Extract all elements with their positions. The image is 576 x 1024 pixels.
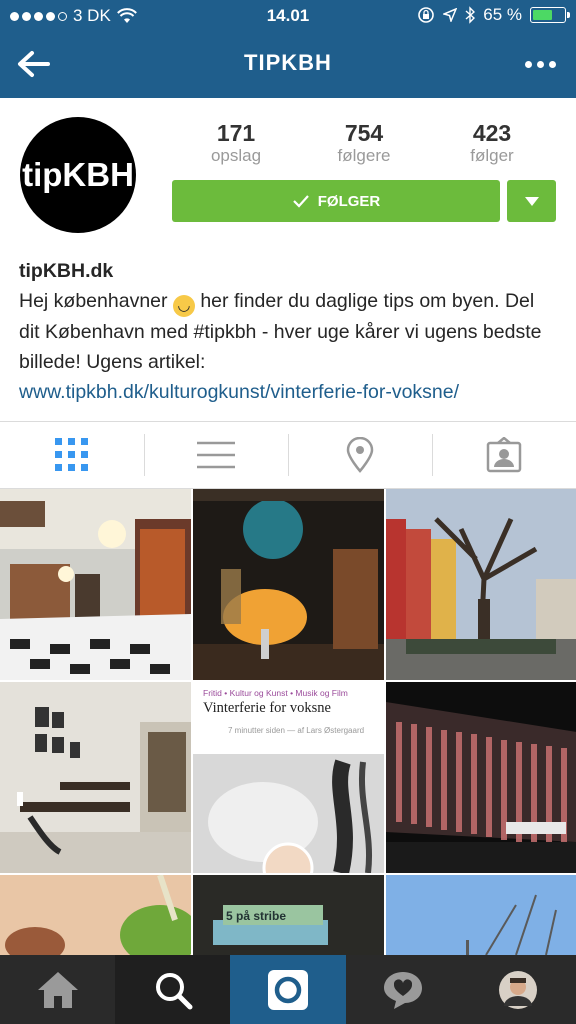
stat-value: 171: [216, 120, 256, 146]
profile-avatar[interactable]: tipKBH: [20, 117, 136, 233]
profile-avatar-icon: [499, 970, 538, 1009]
stat-followers[interactable]: 754 følgere: [309, 120, 419, 166]
location-pin-icon: [346, 437, 374, 473]
location-icon: [443, 8, 458, 22]
tab-map-view[interactable]: [288, 422, 432, 488]
more-options-button[interactable]: [518, 52, 562, 76]
stat-posts[interactable]: 171 opslag: [181, 120, 291, 166]
post-thumbnail[interactable]: 5 på stribe: [193, 875, 384, 955]
nav-activity[interactable]: [346, 955, 461, 1024]
stat-value: 754: [344, 120, 384, 146]
article-tags: Fritid • Kultur og Kunst • Musik og Film: [203, 688, 348, 698]
post-image: [0, 875, 191, 955]
post-image: [0, 489, 191, 680]
caret-down-icon: [524, 196, 539, 206]
post-thumbnail[interactable]: [0, 489, 191, 680]
post-thumbnail[interactable]: [386, 489, 576, 680]
list-icon: [197, 441, 235, 469]
post-image: [193, 489, 384, 680]
checkmark-icon: [292, 195, 309, 208]
article-title: Vinterferie for voksne: [203, 700, 331, 716]
home-icon: [37, 971, 78, 1008]
post-thumbnail[interactable]: [386, 682, 576, 873]
post-grid: Fritid • Kultur og Kunst • Musik og Film…: [0, 489, 576, 955]
tab-tagged-view[interactable]: [432, 422, 576, 488]
bottom-navigation: [0, 955, 576, 1024]
suggestions-dropdown-button[interactable]: [507, 180, 556, 222]
smiley-emoji: 😊◡: [172, 295, 195, 317]
tab-list-view[interactable]: [144, 422, 288, 488]
stat-value: 423: [472, 120, 512, 146]
stat-following[interactable]: 423 følger: [437, 120, 547, 166]
bluetooth-icon: [465, 6, 476, 24]
nav-home[interactable]: [0, 955, 115, 1024]
profile-stats: 171 opslag 754 følgere 423 følger: [172, 120, 556, 166]
post-image: [0, 682, 191, 873]
post-thumbnail[interactable]: [193, 489, 384, 680]
bio-text: Hej københavner 😊◡ her finder du daglige…: [19, 286, 559, 377]
tagged-user-icon: [486, 437, 522, 473]
profile-link[interactable]: www.tipkbh.dk/kulturogkunst/vinterferie-…: [19, 377, 559, 407]
grid-icon: [55, 438, 88, 471]
stat-label: følgere: [337, 146, 391, 165]
article-meta: 7 minutter siden — af Lars Østergaard: [228, 726, 365, 735]
status-bar: 3 DK 14.01 65 %: [0, 0, 576, 32]
page-title: TIPKBH: [244, 50, 332, 75]
rotation-lock-icon: [418, 7, 435, 23]
more-icon: [524, 60, 532, 68]
profile-name: tipKBH.dk: [19, 260, 114, 282]
profile-bio: tipKBH.dk Hej københavner 😊◡ her finder …: [19, 256, 559, 407]
post-image: [193, 875, 384, 955]
avatar-logo-text: tipKBH: [22, 156, 134, 193]
stat-label: følger: [470, 146, 514, 165]
post-image: [386, 489, 576, 680]
battery-percent: 65 %: [483, 5, 522, 24]
battery-icon: [530, 7, 570, 23]
top-bar: 3 DK 14.01 65 % TIPKBH: [0, 0, 576, 98]
post-thumbnail[interactable]: Fritid • Kultur og Kunst • Musik og Film…: [193, 682, 384, 873]
stat-label: opslag: [210, 146, 262, 165]
search-icon: [155, 972, 193, 1009]
post-image: [386, 682, 576, 873]
bio-text-part: Hej københavner: [19, 290, 168, 312]
activity-heart-icon: [384, 971, 423, 1009]
tab-grid-view[interactable]: [0, 422, 144, 488]
following-button[interactable]: FØLGER: [172, 180, 500, 222]
post-image: [386, 875, 576, 955]
nav-search[interactable]: [115, 955, 231, 1024]
post-thumbnail[interactable]: [0, 682, 191, 873]
post-overlay-text: 5 på stribe: [226, 909, 287, 923]
following-button-label: FØLGER: [317, 192, 381, 210]
post-thumbnail[interactable]: [0, 875, 191, 955]
profile-view-tabs: [0, 421, 576, 489]
camera-icon: [268, 969, 308, 1010]
nav-profile[interactable]: [461, 955, 576, 1024]
post-thumbnail[interactable]: [386, 875, 576, 955]
nav-camera[interactable]: [230, 955, 346, 1024]
